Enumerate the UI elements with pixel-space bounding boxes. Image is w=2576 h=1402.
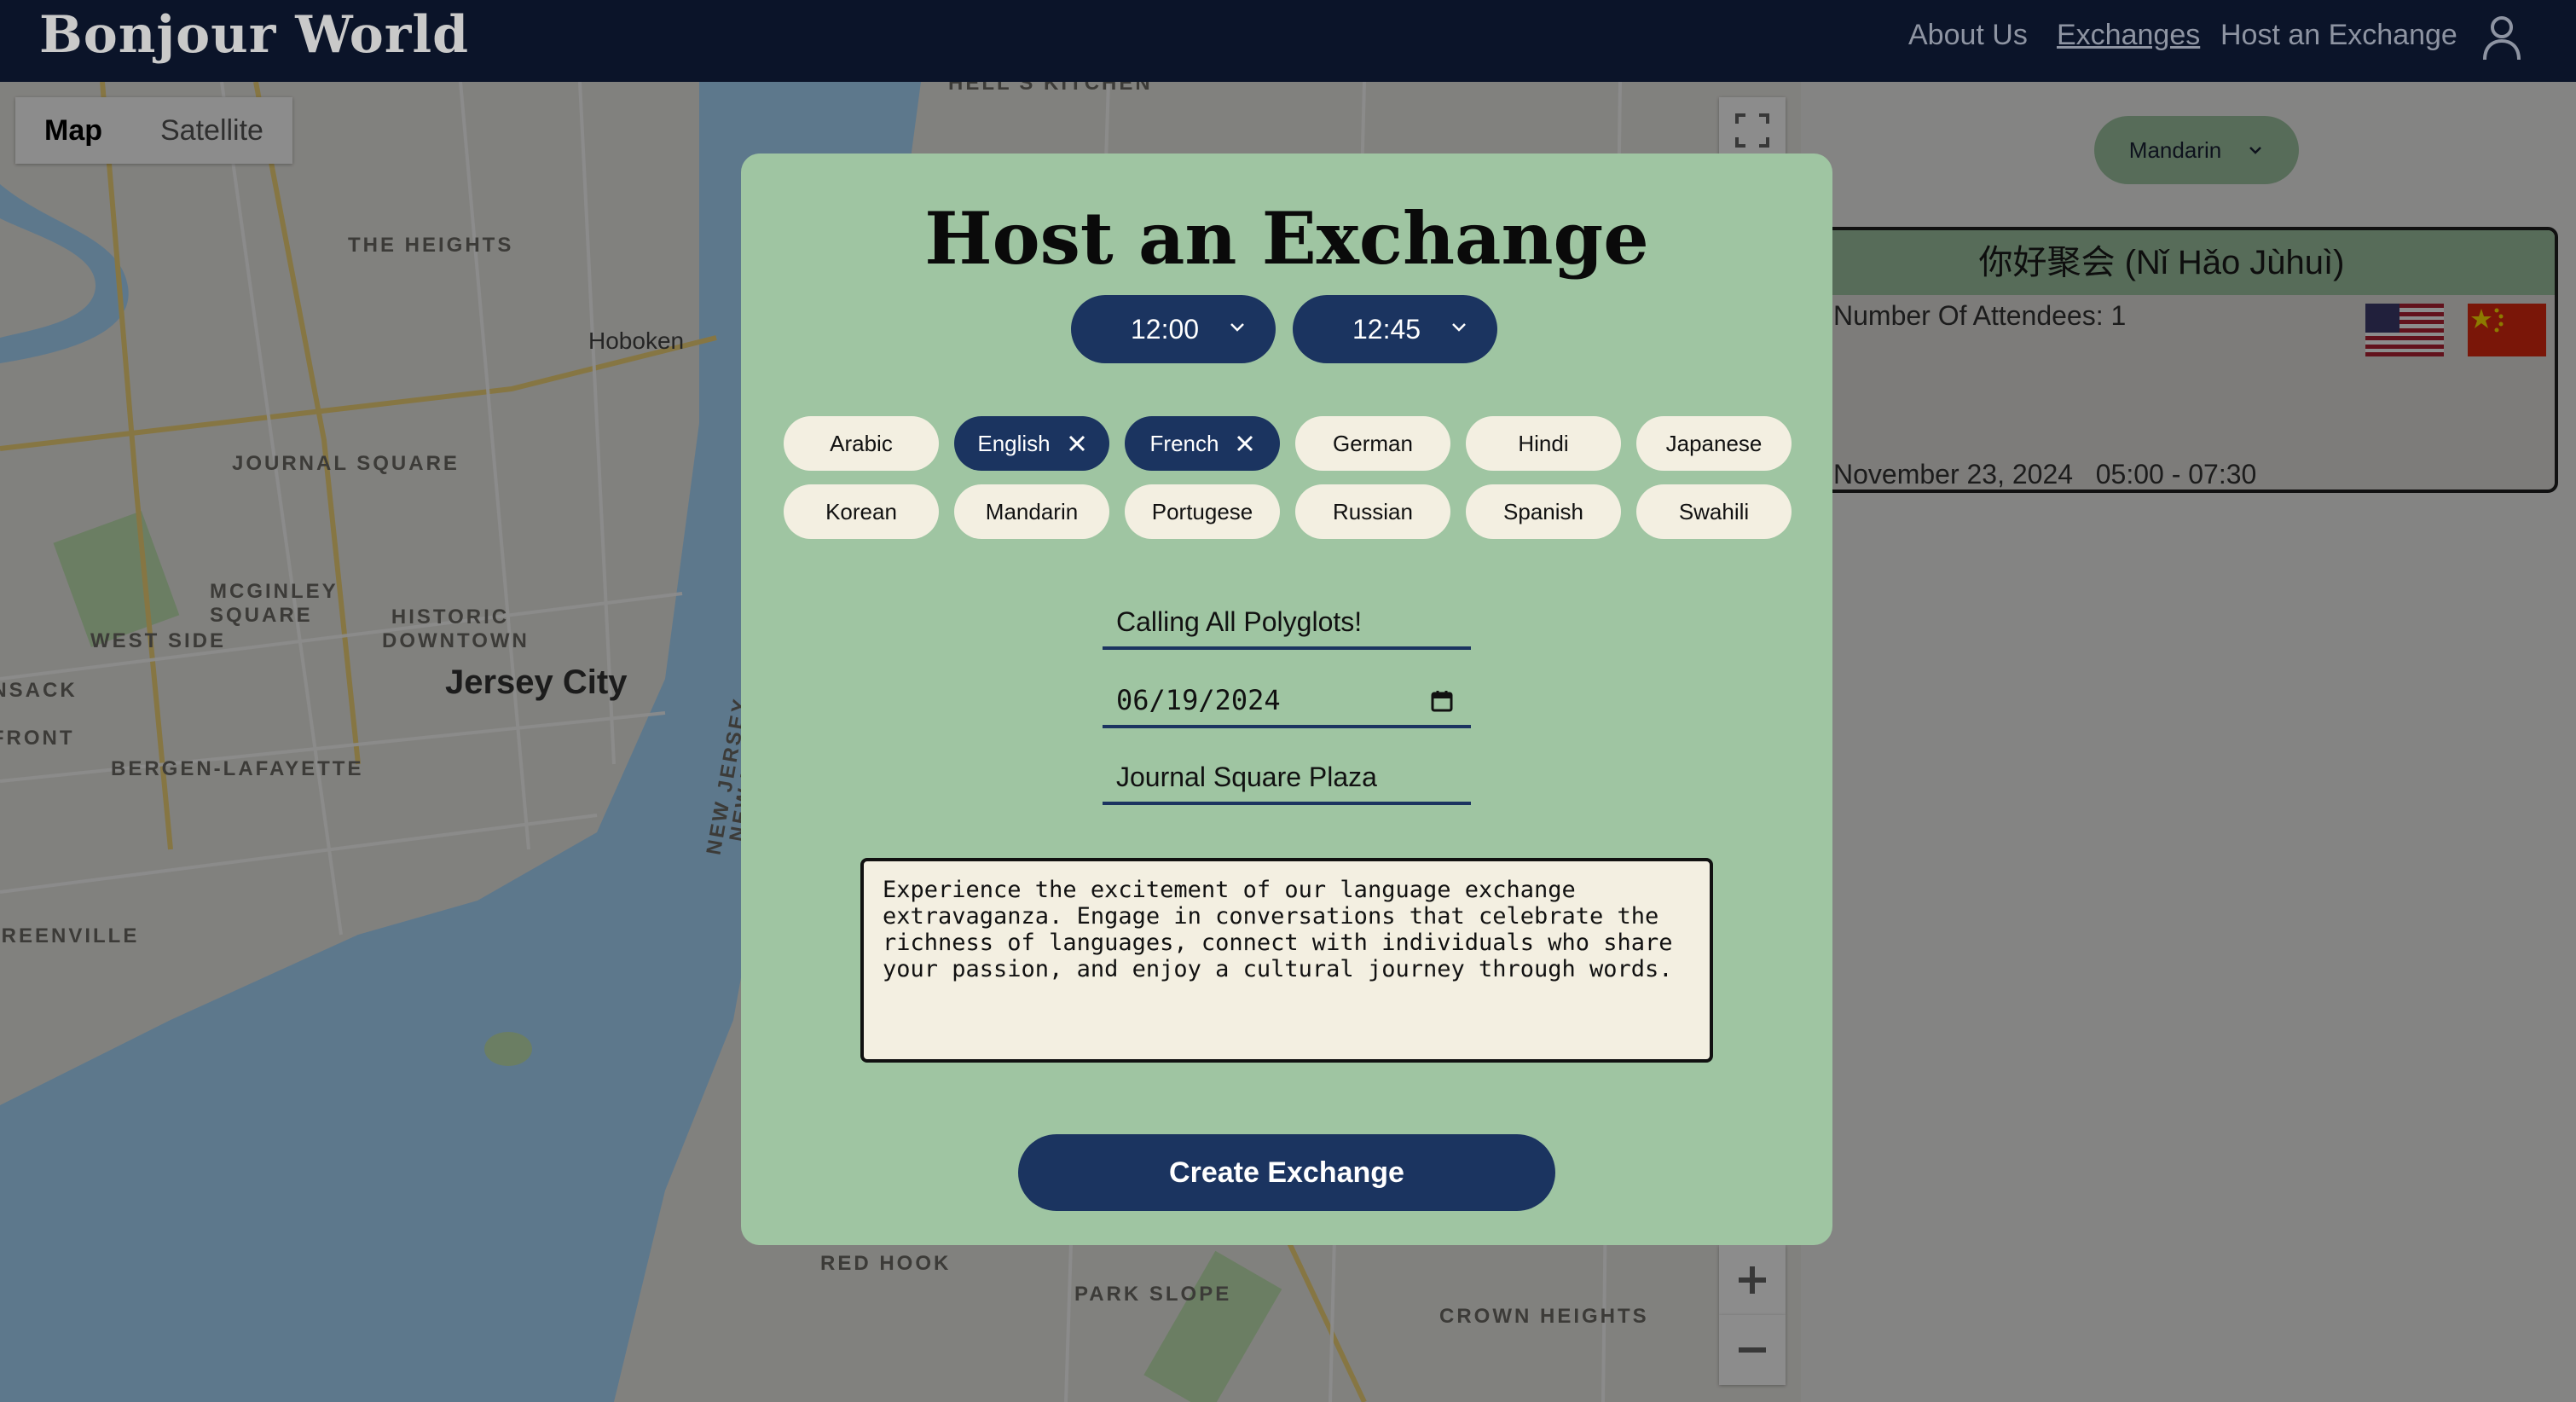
- user-icon[interactable]: [2481, 14, 2522, 61]
- modal-title: Host an Exchange: [924, 196, 1649, 281]
- chip-label: English: [977, 430, 1051, 456]
- chip-label: French: [1149, 430, 1219, 456]
- chip-label: Mandarin: [985, 498, 1079, 524]
- close-icon[interactable]: [1236, 434, 1254, 453]
- end-time-value: 12:45: [1352, 313, 1421, 345]
- top-header: Bonjour World About Us Exchanges Host an…: [0, 0, 2576, 82]
- chip-label: Portugese: [1151, 498, 1253, 524]
- event-name-input[interactable]: Calling All Polyglots!: [1103, 597, 1471, 650]
- chip-label: Russian: [1333, 498, 1413, 524]
- chip-label: German: [1333, 430, 1413, 456]
- language-chip-english[interactable]: English: [954, 416, 1109, 471]
- language-chip-portugese[interactable]: Portugese: [1125, 484, 1280, 539]
- chip-label: Hindi: [1518, 430, 1569, 456]
- create-exchange-button[interactable]: Create Exchange: [1018, 1134, 1555, 1211]
- chip-label: Korean: [825, 498, 897, 524]
- language-chip-spanish[interactable]: Spanish: [1466, 484, 1621, 539]
- chevron-down-icon: [1452, 323, 1466, 332]
- language-chip-swahili[interactable]: Swahili: [1636, 484, 1792, 539]
- language-chip-mandarin[interactable]: Mandarin: [954, 484, 1109, 539]
- event-date-input[interactable]: 06/19/2024: [1103, 675, 1471, 728]
- language-chip-arabic[interactable]: Arabic: [784, 416, 939, 471]
- brand-logo[interactable]: Bonjour World: [39, 5, 469, 65]
- language-chip-korean[interactable]: Korean: [784, 484, 939, 539]
- nav-exchanges[interactable]: Exchanges: [2057, 19, 2200, 52]
- description-textarea[interactable]: Experience the excitement of our languag…: [860, 858, 1713, 1063]
- end-time-select[interactable]: 12:45: [1293, 295, 1497, 363]
- calendar-icon[interactable]: [1430, 689, 1454, 713]
- chip-label: Arabic: [830, 430, 893, 456]
- event-date-value: 06/19/2024: [1116, 684, 1281, 716]
- close-icon[interactable]: [1068, 434, 1086, 453]
- host-exchange-modal: Host an Exchange 12:00 12:45 Arabic Engl…: [741, 154, 1832, 1245]
- chip-label: Swahili: [1678, 498, 1750, 524]
- location-input[interactable]: Journal Square Plaza: [1103, 752, 1471, 805]
- start-time-value: 12:00: [1131, 313, 1200, 345]
- chip-label: Spanish: [1503, 498, 1583, 524]
- language-chip-japanese[interactable]: Japanese: [1636, 416, 1792, 471]
- language-chip-russian[interactable]: Russian: [1295, 484, 1450, 539]
- chip-label: Japanese: [1665, 430, 1763, 456]
- language-chip-french[interactable]: French: [1125, 416, 1280, 471]
- chevron-down-icon: [1230, 323, 1244, 332]
- nav-host-exchange[interactable]: Host an Exchange: [2220, 19, 2457, 52]
- language-chip-german[interactable]: German: [1295, 416, 1450, 471]
- start-time-select[interactable]: 12:00: [1071, 295, 1276, 363]
- language-chip-hindi[interactable]: Hindi: [1466, 416, 1621, 471]
- nav-about-us[interactable]: About Us: [1908, 19, 2028, 52]
